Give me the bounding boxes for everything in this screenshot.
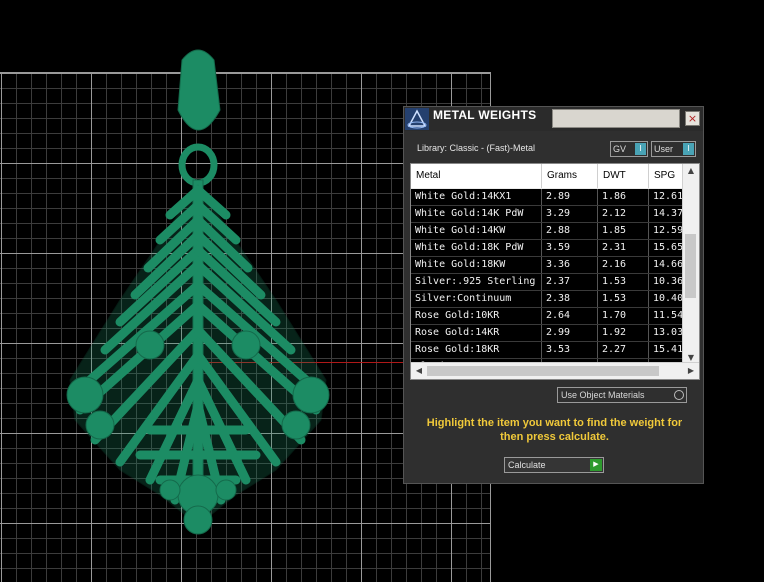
metal-cell: Rose Gold:18KR [411,342,542,358]
grams-cell: 3.36 [542,257,598,273]
table-row[interactable]: White Gold:14KW 2.88 1.85 12.59 [411,223,689,240]
table-row[interactable]: Rose Gold:14KR 2.99 1.92 13.03 [411,325,689,342]
instruction-text: Highlight the item you want to find the … [426,417,683,443]
app-logo-icon [405,108,429,130]
metal-cell: White Gold:18KW [411,257,542,273]
table-row[interactable]: White Gold:14K PdW 3.29 2.12 14.37 [411,206,689,223]
user-toggle[interactable]: User I [651,141,696,157]
titlebar-bevel [552,109,680,128]
table-row[interactable]: White Gold:14KX1 2.89 1.86 12.61 [411,189,689,206]
column-header-dwt[interactable]: DWT [598,164,649,188]
dwt-cell: 1.53 [598,291,649,307]
scroll-down-icon[interactable]: ▼ [683,353,699,362]
gv-toggle-label: GV [613,144,627,154]
metal-cell: White Gold:18K PdW [411,240,542,256]
metal-cell: White Gold:14KW [411,223,542,239]
metal-weights-panel: METAL WEIGHTS × Library: Classic - (Fast… [403,106,704,484]
dwt-cell: 1.86 [598,189,649,205]
table-row[interactable]: Rose Gold:10KR 2.64 1.70 11.54 [411,308,689,325]
column-header-metal[interactable]: Metal [411,164,542,188]
dwt-cell: 1.85 [598,223,649,239]
dwt-cell: 1.70 [598,308,649,324]
radio-icon[interactable] [674,390,684,400]
dwt-cell: 1.92 [598,325,649,341]
use-object-materials-option[interactable]: Use Object Materials [557,387,687,403]
scroll-right-icon[interactable]: ▶ [683,366,699,375]
table-body: White Gold:14KX1 2.89 1.86 12.61 White Gold:… [411,189,689,376]
toggle-knob-icon: I [635,143,646,155]
scroll-left-icon[interactable]: ◀ [411,366,427,375]
table-header: Metal Grams DWT SPG [411,164,689,188]
panel-titlebar[interactable]: METAL WEIGHTS × [404,107,703,131]
table-row[interactable]: White Gold:18KW 3.36 2.16 14.66 [411,257,689,274]
dwt-cell: 2.12 [598,206,649,222]
table-row[interactable]: Silver:.925 Sterling 2.37 1.53 10.36 [411,274,689,291]
toggle-knob-icon: I [683,143,694,155]
close-icon[interactable]: × [685,111,700,126]
metal-table: Metal Grams DWT SPG White Gold:14KX1 2.89… [410,163,700,380]
dwt-cell: 2.31 [598,240,649,256]
table-row[interactable]: Silver:Continuum 2.38 1.53 10.40 [411,291,689,308]
scroll-up-icon[interactable]: ▲ [683,166,699,175]
grams-cell: 3.59 [542,240,598,256]
metal-cell: White Gold:14K PdW [411,206,542,222]
dwt-cell: 2.27 [598,342,649,358]
metal-cell: Silver:.925 Sterling [411,274,542,290]
grams-cell: 2.88 [542,223,598,239]
metal-cell: White Gold:14KX1 [411,189,542,205]
vertical-scrollbar[interactable]: ▲ ▼ [682,164,699,364]
panel-title: METAL WEIGHTS [433,108,537,122]
grams-cell: 3.53 [542,342,598,358]
gv-toggle[interactable]: GV I [610,141,648,157]
horizontal-scroll-thumb[interactable] [427,366,659,376]
dwt-cell: 1.53 [598,274,649,290]
use-object-materials-label: Use Object Materials [561,390,645,400]
calculate-label: Calculate [508,460,546,470]
metal-cell: Rose Gold:14KR [411,325,542,341]
grams-cell: 3.29 [542,206,598,222]
dwt-cell: 2.16 [598,257,649,273]
grams-cell: 2.89 [542,189,598,205]
metal-cell: Rose Gold:10KR [411,308,542,324]
grams-cell: 2.64 [542,308,598,324]
horizontal-scrollbar[interactable]: ◀ ▶ [411,362,699,379]
grams-cell: 2.37 [542,274,598,290]
library-label: Library: Classic - (Fast)-Metal [417,143,536,153]
calculate-button[interactable]: Calculate ▶ [504,457,604,473]
column-header-grams[interactable]: Grams [542,164,598,188]
metal-cell: Silver:Continuum [411,291,542,307]
grams-cell: 2.99 [542,325,598,341]
table-row[interactable]: White Gold:18K PdW 3.59 2.31 15.65 [411,240,689,257]
vertical-scroll-thumb[interactable] [685,234,696,298]
table-row[interactable]: Rose Gold:18KR 3.53 2.27 15.41 [411,342,689,359]
grams-cell: 2.38 [542,291,598,307]
play-icon: ▶ [590,459,602,471]
user-toggle-label: User [654,144,674,154]
